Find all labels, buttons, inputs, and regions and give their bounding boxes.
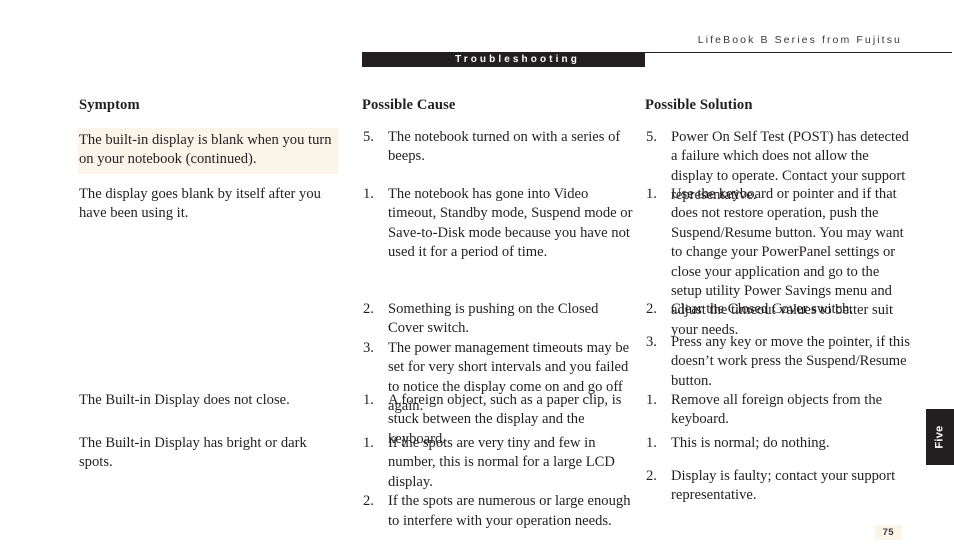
list-item: 1. The notebook has gone into Video timeo… bbox=[362, 185, 634, 263]
list-item: 2. Something is pushing on the Closed Cov… bbox=[362, 300, 634, 339]
list-item-text: Display is faulty; contact your support … bbox=[671, 468, 896, 504]
list-item-number: 3. bbox=[363, 339, 374, 356]
chapter-thumb-tab: Five bbox=[926, 409, 954, 465]
table-row-solution: 1. This is normal; do nothing. bbox=[645, 434, 913, 453]
list-item-text: The notebook has gone into Video timeout… bbox=[388, 186, 633, 261]
page-number: 75 bbox=[874, 525, 902, 540]
column-heading-symptom: Symptom bbox=[79, 97, 140, 113]
symptom-text: The built-in display is blank when you t… bbox=[79, 132, 332, 168]
list-item-number: 2. bbox=[363, 301, 374, 317]
causes-list: 5. The notebook turned on with a series o… bbox=[362, 128, 634, 167]
list-item-number: 1. bbox=[646, 435, 657, 451]
list-item-number: 1. bbox=[363, 392, 374, 408]
table-row-symptom: The built-in display is blank when you t… bbox=[78, 128, 343, 174]
causes-list: 1. If the spots are very tiny and few in … bbox=[362, 434, 634, 531]
symptom-text: The display goes blank by itself after y… bbox=[79, 186, 321, 222]
chapter-thumb-tab-label: Five bbox=[934, 425, 946, 449]
table-row-symptom: The Built-in Display has bright or dark … bbox=[79, 434, 343, 473]
list-item-number: 3. bbox=[646, 334, 657, 350]
list-item-number: 1. bbox=[646, 392, 657, 408]
symptom-cell-highlighted: The built-in display is blank when you t… bbox=[78, 128, 338, 174]
table-row-solution: 2. Clear the Closed Cover switch. bbox=[645, 300, 913, 319]
running-head: LifeBook B Series from Fujitsu bbox=[697, 34, 902, 46]
symptom-text: The Built-in Display does not close. bbox=[79, 392, 290, 408]
list-item-number: 2. bbox=[363, 493, 374, 510]
list-item: 3. Press any key or move the pointer, if … bbox=[645, 333, 913, 391]
list-item-number: 5. bbox=[646, 129, 657, 145]
list-item-number: 2. bbox=[646, 301, 657, 317]
table-row-cause: 1. If the spots are very tiny and few in … bbox=[362, 434, 634, 531]
list-item-number: 1. bbox=[363, 435, 374, 451]
symptom-text: The Built-in Display has bright or dark … bbox=[79, 435, 307, 471]
solutions-list: 1. Remove all foreign objects from the ke… bbox=[645, 391, 913, 430]
table-row-cause: 5. The notebook turned on with a series o… bbox=[362, 128, 634, 167]
section-banner-label: Troubleshooting bbox=[455, 54, 580, 65]
symptom-cell: The Built-in Display has bright or dark … bbox=[79, 434, 343, 473]
causes-list: 1. The notebook has gone into Video timeo… bbox=[362, 185, 634, 263]
list-item-number: 1. bbox=[646, 186, 657, 202]
list-item-text: This is normal; do nothing. bbox=[671, 435, 830, 451]
table-row-symptom: The display goes blank by itself after y… bbox=[79, 185, 343, 224]
list-item: 5. The notebook turned on with a series o… bbox=[362, 128, 634, 167]
solutions-list: 3. Press any key or move the pointer, if … bbox=[645, 333, 913, 391]
list-item-text: The notebook turned on with a series of … bbox=[388, 129, 621, 165]
list-item: 2. Display is faulty; contact your suppor… bbox=[645, 467, 913, 506]
symptom-cell: The display goes blank by itself after y… bbox=[79, 185, 343, 224]
list-item: 2. If the spots are numerous or large eno… bbox=[362, 492, 634, 531]
list-item: 1. Remove all foreign objects from the ke… bbox=[645, 391, 913, 430]
solutions-list: 1. This is normal; do nothing. bbox=[645, 434, 913, 453]
section-banner: Troubleshooting bbox=[362, 52, 645, 67]
table-row-solution: 2. Display is faulty; contact your suppor… bbox=[645, 467, 913, 506]
list-item-text: Press any key or move the pointer, if th… bbox=[671, 334, 910, 389]
list-item-number: 5. bbox=[363, 129, 374, 145]
list-item-text: If the spots are very tiny and few in nu… bbox=[388, 435, 615, 490]
list-item-number: 2. bbox=[646, 468, 657, 484]
solutions-list: 2. Clear the Closed Cover switch. bbox=[645, 300, 913, 319]
list-item: 2. Clear the Closed Cover switch. bbox=[645, 300, 913, 319]
column-heading-possible-solution: Possible Solution bbox=[645, 97, 753, 113]
list-item-text: Remove all foreign objects from the keyb… bbox=[671, 392, 883, 428]
solutions-list: 2. Display is faulty; contact your suppor… bbox=[645, 467, 913, 506]
table-row-solution: 1. Remove all foreign objects from the ke… bbox=[645, 391, 913, 430]
list-item-text: Something is pushing on the Closed Cover… bbox=[388, 301, 599, 337]
list-item-text: Clear the Closed Cover switch. bbox=[671, 301, 853, 317]
list-item-number: 1. bbox=[363, 186, 374, 202]
list-item: 1. If the spots are very tiny and few in … bbox=[362, 434, 634, 492]
document-page: LifeBook B Series from Fujitsu Troublesh… bbox=[0, 0, 954, 557]
table-row-cause: 1. The notebook has gone into Video timeo… bbox=[362, 185, 634, 263]
table-row-solution: 3. Press any key or move the pointer, if … bbox=[645, 333, 913, 391]
symptom-cell: The Built-in Display does not close. bbox=[79, 391, 343, 410]
column-possible-cause: Possible Cause 5. The notebook turned on … bbox=[362, 96, 634, 529]
column-symptom: Symptom The built-in display is blank wh… bbox=[78, 96, 343, 470]
column-possible-solution: Possible Solution 5. Power On Self Test (… bbox=[645, 96, 913, 503]
column-heading-possible-cause: Possible Cause bbox=[362, 97, 456, 113]
list-item: 1. This is normal; do nothing. bbox=[645, 434, 913, 453]
list-item-text: If the spots are numerous or large enoug… bbox=[388, 493, 631, 529]
table-row-symptom: The Built-in Display does not close. bbox=[79, 391, 343, 410]
